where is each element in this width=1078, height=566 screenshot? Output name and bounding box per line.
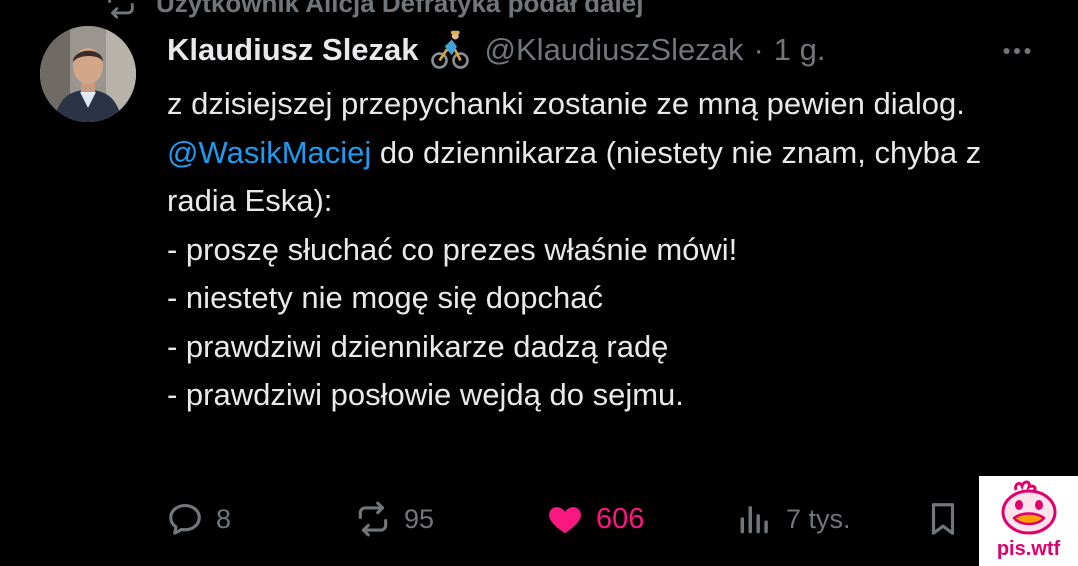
bookmark-button[interactable] (924, 497, 974, 541)
repost-icon (358, 501, 388, 537)
tweet-line: - prawdziwi posłowie wejdą do sejmu. (167, 377, 684, 412)
tweet-text: z dzisiejszej przepychanki zostanie ze m… (167, 80, 1027, 420)
tweet-line: - prawdziwi dziennikarze dadzą radę (167, 328, 669, 364)
timestamp[interactable]: 1 g. (774, 32, 826, 68)
bookmark-icon (931, 503, 955, 535)
tweet-line: z dzisiejszej przepychanki zostanie ze m… (167, 86, 965, 121)
watermark-text: pis.wtf (996, 538, 1061, 560)
duck-logo-icon (1001, 480, 1056, 535)
author-name[interactable]: Klaudiusz Slezak (167, 32, 419, 68)
author-handle[interactable]: @KlaudiuszSlezak (485, 32, 744, 68)
heart-icon (549, 507, 581, 534)
tweet-header: Klaudiusz Slezak @KlaudiuszSlezak · 1 g. (167, 28, 826, 72)
repost-banner[interactable]: Użytkownik Alicja Defratyka podał dalej (104, 0, 643, 20)
more-options-button[interactable] (996, 30, 1038, 72)
reply-icon (169, 503, 201, 535)
views-button[interactable]: 7 tys. (736, 497, 851, 541)
watermark-logo: pis.wtf (979, 476, 1078, 566)
like-button[interactable]: 606 (546, 497, 644, 541)
like-count: 606 (596, 502, 645, 535)
repost-count: 95 (404, 503, 435, 534)
cyclist-icon (430, 30, 469, 69)
more-dots-icon (1003, 48, 1031, 54)
tweet-line: - niestety nie mogę się dopchać (167, 280, 603, 315)
action-bar: 8 95 606 7 tys. (0, 497, 1078, 541)
repost-button[interactable]: 95 (354, 497, 434, 541)
views-chart-icon (740, 506, 768, 534)
mention-link[interactable]: @WasikMaciej (167, 135, 371, 170)
tweet-line: - proszę słuchać co prezes właśnie mówi! (167, 231, 738, 267)
repost-text: Użytkownik Alicja Defratyka podał dalej (156, 0, 644, 18)
avatar[interactable] (40, 26, 136, 122)
tweet-line: @WasikMaciej do dziennikarza (niestety n… (167, 129, 1027, 226)
views-count: 7 tys. (786, 503, 851, 534)
repost-icon (108, 0, 134, 19)
reply-button[interactable]: 8 (166, 497, 231, 541)
reply-count: 8 (216, 503, 232, 534)
separator-dot: · (753, 32, 764, 67)
